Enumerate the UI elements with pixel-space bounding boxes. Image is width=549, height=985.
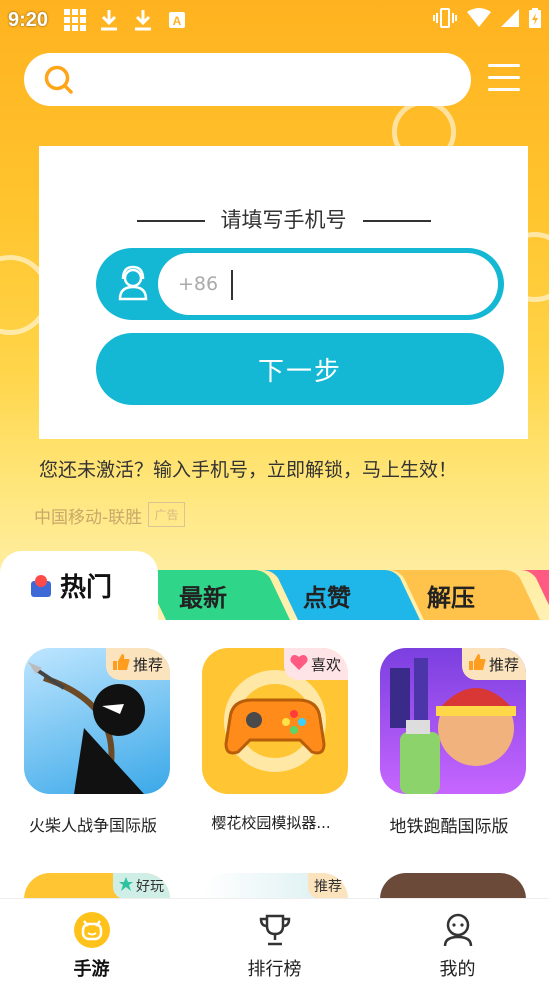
game-card-partial[interactable]: 好玩 <box>24 873 170 898</box>
phone-field[interactable]: +86 <box>158 253 498 315</box>
category-tabs: 热门 最新 点赞 解压 <box>0 548 549 620</box>
fire-icon <box>30 573 52 599</box>
status-bar: 9:20 A <box>0 0 549 40</box>
search-icon <box>44 65 74 95</box>
ad-badge: 广告 <box>148 502 185 527</box>
badge-label: 好玩 <box>136 879 164 895</box>
badge-label: 喜欢 <box>310 655 341 674</box>
game-card[interactable]: 推荐 地铁跑酷国际版 <box>364 620 534 850</box>
wifi-icon <box>467 8 491 32</box>
tab-newest[interactable]: 最新 <box>160 570 246 620</box>
tab-relax[interactable]: 解压 <box>408 570 494 620</box>
download-icon <box>96 7 122 33</box>
nav-label: 我的 <box>439 959 476 980</box>
divider-line <box>136 220 205 222</box>
thumbs-up-icon <box>468 654 486 674</box>
country-code: +86 <box>178 273 219 295</box>
tab-newest-label: 最新 <box>179 583 227 612</box>
badge-label: 推荐 <box>314 879 342 895</box>
carrier-label: 中国移动-联胜 <box>34 508 143 528</box>
text-cursor <box>231 270 233 300</box>
game-card-partial[interactable] <box>380 873 526 898</box>
tab-hot-label: 热门 <box>60 573 113 603</box>
recommend-badge: 推荐 <box>461 648 526 680</box>
nav-label: 手游 <box>73 959 110 980</box>
tab-hot[interactable]: 热门 <box>0 551 158 620</box>
heart-icon <box>290 654 308 674</box>
game-name: 地铁跑酷国际版 <box>389 817 509 837</box>
vibrate-icon <box>433 8 457 32</box>
next-step-button[interactable]: 下一步 <box>96 333 504 405</box>
phone-login-card: 请填写手机号 +86 下一步 <box>39 146 528 439</box>
menu-icon[interactable] <box>488 64 520 94</box>
game-thumbnail-partial <box>380 873 526 898</box>
game-name: 火柴人战争国际版 <box>28 816 157 835</box>
badge-label: 推荐 <box>488 655 519 674</box>
bottom-navigation: 手游 排行榜 我的 <box>0 898 549 985</box>
badge-label: 推荐 <box>132 655 163 674</box>
signal-icon <box>501 9 519 31</box>
svg-text:A: A <box>173 14 182 28</box>
activation-promo-text: 您还未激活？输入手机号，立即解锁，马上生效！ <box>39 459 458 481</box>
tab-likes-label: 点赞 <box>303 583 351 612</box>
download-icon <box>130 7 156 33</box>
status-time: 9:20 <box>8 8 49 31</box>
game-name: 樱花校园模拟器... <box>211 814 331 832</box>
tab-relax-label: 解压 <box>427 583 475 612</box>
nav-ranking[interactable]: 排行榜 <box>183 899 366 985</box>
a-badge-icon: A <box>164 7 190 33</box>
recommend-badge: 推荐 <box>105 648 170 680</box>
star-icon <box>119 877 133 895</box>
game-face-icon <box>72 911 112 949</box>
game-grid: 推荐 火柴人战争国际版 喜欢 樱花校园模拟器... 推荐 地铁跑酷国际版 好玩 … <box>0 620 549 898</box>
grid-icon <box>62 7 88 33</box>
user-headset-icon <box>116 265 150 301</box>
phone-input-row[interactable]: +86 <box>96 248 504 320</box>
nav-label: 排行榜 <box>247 959 302 980</box>
search-bar[interactable] <box>24 53 471 106</box>
divider-line <box>362 220 431 222</box>
battery-icon <box>529 8 541 32</box>
search-input[interactable] <box>88 63 458 96</box>
trophy-icon <box>255 911 295 949</box>
card-title-row: 请填写手机号 <box>39 204 528 234</box>
recommend-badge: 推荐 <box>308 873 348 898</box>
game-card[interactable]: 推荐 火柴人战争国际版 <box>8 620 178 850</box>
tab-likes[interactable]: 点赞 <box>284 570 370 620</box>
nav-mobile-games[interactable]: 手游 <box>0 899 183 985</box>
game-card[interactable]: 喜欢 樱花校园模拟器... <box>186 620 356 850</box>
fun-badge: 好玩 <box>113 873 170 898</box>
like-badge: 喜欢 <box>283 648 348 680</box>
nav-profile[interactable]: 我的 <box>366 899 549 985</box>
game-card-partial[interactable]: 推荐 <box>202 873 348 898</box>
thumbs-up-icon <box>112 654 130 674</box>
card-title: 请填写手机号 <box>220 208 347 232</box>
profile-icon <box>438 911 478 949</box>
